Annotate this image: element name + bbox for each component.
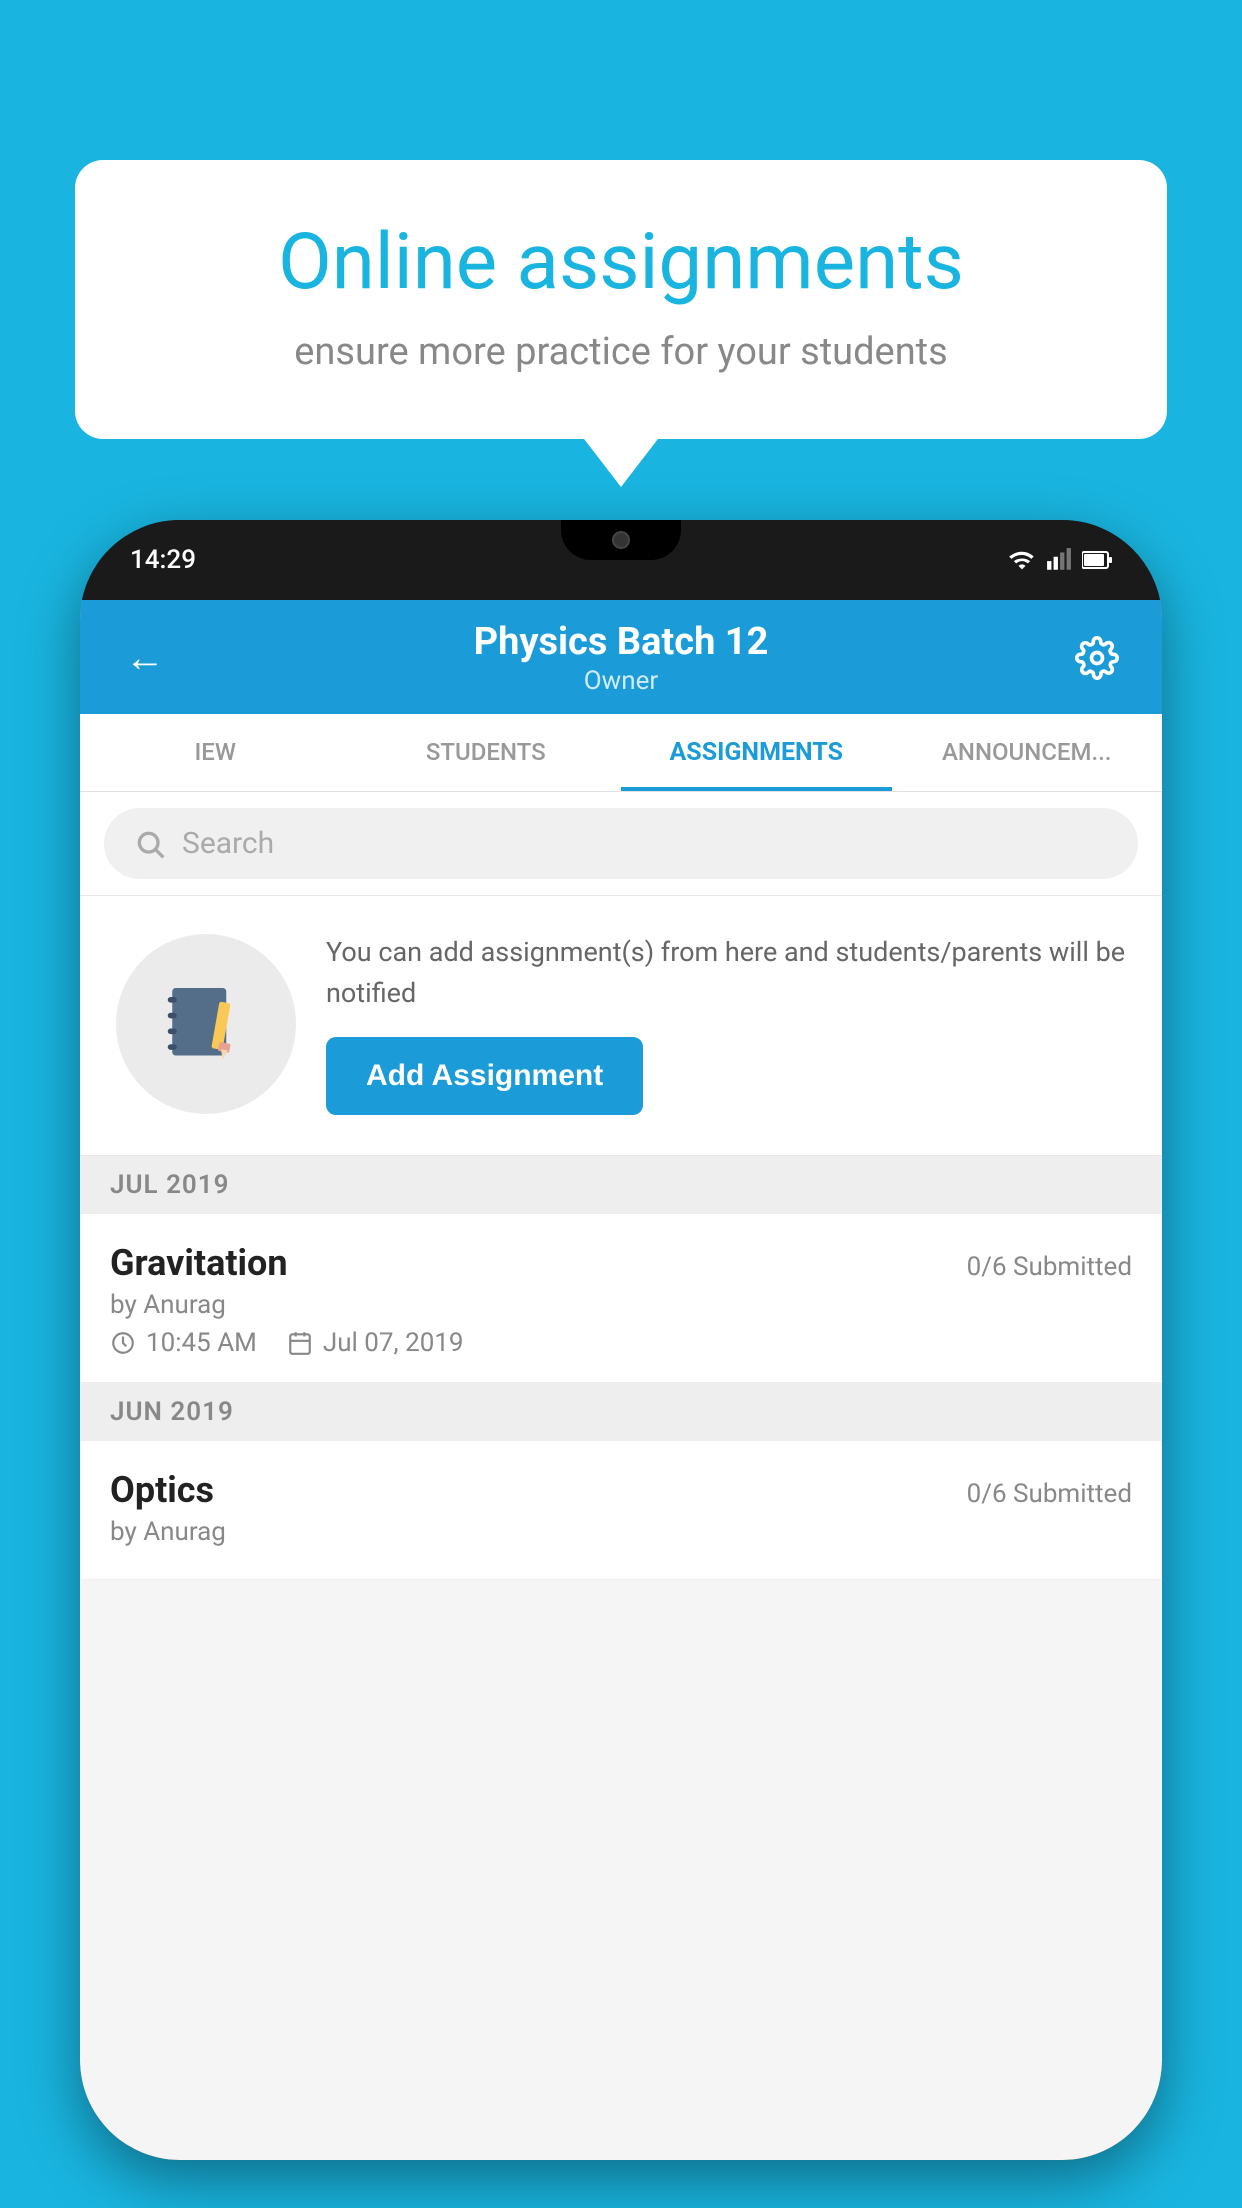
section-header-jul: JUL 2019 <box>80 1156 1162 1214</box>
assignment-time: 10:45 AM <box>146 1328 257 1358</box>
speech-bubble-title: Online assignments <box>145 220 1097 306</box>
optics-status: 0/6 Submitted <box>967 1479 1132 1509</box>
clock-icon <box>110 1330 136 1356</box>
header-title-block: Physics Batch 12 Owner <box>170 620 1072 696</box>
search-placeholder: Search <box>182 826 274 861</box>
status-time: 14:29 <box>130 545 196 575</box>
assignment-top-row: Gravitation 0/6 Submitted <box>110 1242 1132 1284</box>
tab-students[interactable]: STUDENTS <box>351 714 622 791</box>
back-arrow-icon: ← <box>125 638 165 678</box>
meta-time: 10:45 AM <box>110 1328 257 1358</box>
batch-name: Physics Batch 12 <box>170 620 1072 664</box>
speech-bubble: Online assignments ensure more practice … <box>75 160 1167 439</box>
tab-assignments[interactable]: ASSIGNMENTS <box>621 714 892 791</box>
wifi-icon <box>1008 546 1036 574</box>
tabs-bar: IEW STUDENTS ASSIGNMENTS ANNOUNCEM... <box>80 714 1162 792</box>
batch-role: Owner <box>170 666 1072 696</box>
optics-title: Optics <box>110 1469 214 1511</box>
assignment-top-row-optics: Optics 0/6 Submitted <box>110 1469 1132 1511</box>
add-assignment-button[interactable]: Add Assignment <box>326 1037 643 1115</box>
assignment-meta: 10:45 AM Jul 07, 2019 <box>110 1328 1132 1358</box>
tab-announcements[interactable]: ANNOUNCEM... <box>892 714 1163 791</box>
app-header: ← Physics Batch 12 Owner <box>80 600 1162 714</box>
calendar-icon <box>287 1330 313 1356</box>
back-button[interactable]: ← <box>120 633 170 683</box>
meta-date: Jul 07, 2019 <box>287 1328 464 1358</box>
settings-button[interactable] <box>1072 633 1122 683</box>
assignment-item-optics[interactable]: Optics 0/6 Submitted by Anurag <box>80 1441 1162 1580</box>
speech-bubble-subtitle: ensure more practice for your students <box>145 330 1097 374</box>
assignment-date: Jul 07, 2019 <box>323 1328 464 1358</box>
promo-text: You can add assignment(s) from here and … <box>326 932 1126 1013</box>
notebook-icon <box>161 979 251 1069</box>
gear-icon <box>1075 636 1119 680</box>
search-container: Search <box>80 792 1162 896</box>
promo-section: You can add assignment(s) from here and … <box>80 896 1162 1156</box>
phone-screen: ← Physics Batch 12 Owner IEW STUDENTS AS… <box>80 600 1162 2160</box>
phone-frame: 14:29 <box>80 520 1162 2160</box>
assignment-status: 0/6 Submitted <box>967 1252 1132 1282</box>
section-header-jun: JUN 2019 <box>80 1383 1162 1441</box>
search-icon <box>134 828 166 860</box>
promo-card: Online assignments ensure more practice … <box>75 160 1167 439</box>
assignment-author: by Anurag <box>110 1290 1132 1320</box>
signal-icon <box>1046 547 1072 573</box>
tab-iew[interactable]: IEW <box>80 714 351 791</box>
camera-dot <box>612 531 630 549</box>
status-bar: 14:29 <box>80 520 1162 600</box>
assignment-item-gravitation[interactable]: Gravitation 0/6 Submitted by Anurag 10:4… <box>80 1214 1162 1383</box>
optics-author: by Anurag <box>110 1517 1132 1547</box>
assignment-title: Gravitation <box>110 1242 288 1284</box>
phone-notch <box>561 520 681 560</box>
promo-content: You can add assignment(s) from here and … <box>326 932 1126 1115</box>
battery-icon <box>1082 547 1112 573</box>
search-bar[interactable]: Search <box>104 808 1138 879</box>
status-icons <box>1008 546 1112 574</box>
promo-icon-circle <box>116 934 296 1114</box>
